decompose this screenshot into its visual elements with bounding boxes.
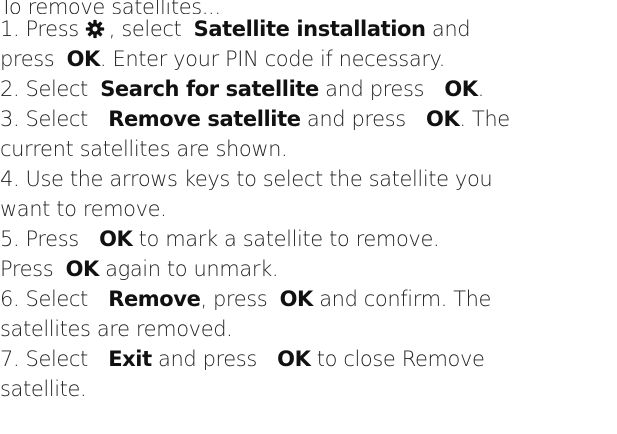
step-2-text: . <box>477 77 485 101</box>
step-2-text: 2. Select <box>0 77 88 101</box>
step-3-text: 3. Select <box>0 107 88 131</box>
gear-icon <box>85 19 104 39</box>
step-3-line-2: current satellites are shown. <box>0 134 617 164</box>
step-7-text: 7. Select <box>0 347 88 371</box>
step-1-text: . Enter your PIN code if necessary. <box>99 47 445 71</box>
step-1-text: and <box>431 17 471 41</box>
ok-key-label: OK <box>66 47 101 71</box>
remove-label: Remove <box>108 287 201 311</box>
step-3-line-1: 3. Select Remove satellite and press OK.… <box>0 104 617 134</box>
step-7-text: and press <box>158 347 257 371</box>
step-4-text: 4. Use the arrows keys to select the sat… <box>0 167 493 191</box>
remove-satellite-label: Remove satellite <box>108 107 301 131</box>
satellite-installation-label: Satellite installation <box>193 17 426 41</box>
step-7-text: to close Remove <box>316 347 485 371</box>
step-2-text: and press <box>325 77 425 101</box>
ok-key-label: OK <box>444 77 478 101</box>
ok-key-label: OK <box>99 227 133 251</box>
step-3-text: and press <box>306 107 406 131</box>
search-for-satellite-label: Search for satellite <box>100 77 319 101</box>
step-1-text: 1. Press <box>0 17 79 41</box>
step-5-text: Press <box>0 257 54 281</box>
step-5-text: again to unmark. <box>105 257 279 281</box>
step-6-text: satellites are removed. <box>0 317 233 341</box>
step-7-line-2: satellite. <box>0 374 617 404</box>
ok-key-label: OK <box>279 287 314 311</box>
ok-key-label: OK <box>65 257 100 281</box>
step-5-text: 5. Press <box>0 227 79 251</box>
exit-label: Exit <box>108 347 152 371</box>
step-6-line-1: 6. Select Remove, press OK and confirm. … <box>0 284 617 314</box>
step-1-line-1: 1. Press, select Satellite installation … <box>0 14 617 44</box>
ok-key-label: OK <box>426 107 460 131</box>
step-1-text: press <box>0 47 55 71</box>
cropped-heading: To remove satellites... <box>0 0 221 14</box>
ok-key-label: OK <box>277 347 311 371</box>
step-6-text: and confirm. The <box>319 287 492 311</box>
step-4-line-2: want to remove. <box>0 194 617 224</box>
step-2-line: 2. Select Search for satellite and press… <box>0 74 617 104</box>
step-4-text: want to remove. <box>0 197 167 221</box>
step-3-text: current satellites are shown. <box>0 137 288 161</box>
step-4-line-1: 4. Use the arrows keys to select the sat… <box>0 164 617 194</box>
line-0: To remove satellites... <box>0 0 617 14</box>
step-1-line-2: press OK. Enter your PIN code if necessa… <box>0 44 617 74</box>
step-5-line-2: Press OK again to unmark. <box>0 254 617 284</box>
step-6-text: 6. Select <box>0 287 88 311</box>
step-3-text: . The <box>459 107 510 131</box>
step-6-text: , press <box>200 287 268 311</box>
step-5-line-1: 5. Press OK to mark a satellite to remov… <box>0 224 617 254</box>
step-1-text: , select <box>108 17 182 41</box>
step-7-line-1: 7. Select Exit and press OK to close Rem… <box>0 344 617 374</box>
step-7-text: satellite. <box>0 377 87 401</box>
step-5-text: to mark a satellite to remove. <box>138 227 440 251</box>
step-6-line-2: satellites are removed. <box>0 314 617 344</box>
instructions-document: To remove satellites... 1. Press , select… <box>0 0 617 404</box>
